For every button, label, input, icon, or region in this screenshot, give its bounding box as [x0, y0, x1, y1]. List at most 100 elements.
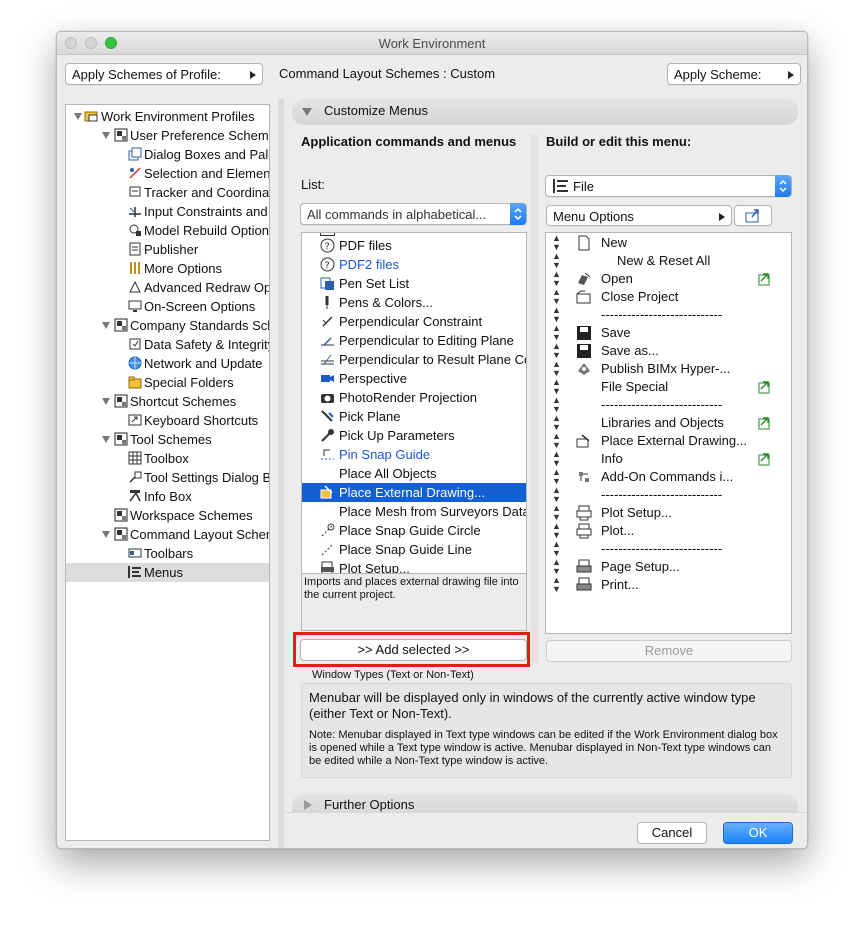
- ok-button[interactable]: OK: [723, 822, 793, 844]
- tree-item[interactable]: Company Standards Schemes: [66, 316, 269, 335]
- menu-structure-item[interactable]: ▲ ▼ Save as...: [546, 342, 791, 360]
- tree-item[interactable]: Tool Settings Dialog Boxes: [66, 468, 269, 487]
- menu-options-action-button[interactable]: [734, 205, 772, 226]
- menu-structure-item[interactable]: ▲ ▼ ----------------------------: [546, 486, 791, 504]
- reorder-handle-icon[interactable]: ▲ ▼: [552, 504, 561, 522]
- tree-item[interactable]: Shortcut Schemes: [66, 392, 269, 411]
- command-list-item[interactable]: Plot Setup...: [302, 559, 526, 573]
- reorder-handle-icon[interactable]: ▲ ▼: [552, 558, 561, 576]
- tree-item[interactable]: Menus: [66, 563, 269, 582]
- tree-item[interactable]: Selection and Element Information: [66, 164, 269, 183]
- tree-item[interactable]: More Options: [66, 259, 269, 278]
- command-list[interactable]: ? PDF files? PDF2 files Pen Set List Pens & …: [301, 232, 527, 574]
- menu-structure-item[interactable]: ▲ ▼ Info: [546, 450, 791, 468]
- menu-structure-item[interactable]: ▲ ▼ Plot...: [546, 522, 791, 540]
- menu-structure-item[interactable]: ▲ ▼ Close Project: [546, 288, 791, 306]
- reorder-handle-icon[interactable]: ▲ ▼: [552, 234, 561, 252]
- menu-structure-item[interactable]: ▲ ▼ Page Setup...: [546, 558, 791, 576]
- command-list-item[interactable]: PhotoRender Projection: [302, 388, 526, 407]
- menu-structure-item[interactable]: ▲ ▼ Add-On Commands i...: [546, 468, 791, 486]
- disclosure-down-icon[interactable]: [102, 132, 110, 139]
- tree-item[interactable]: Workspace Schemes: [66, 506, 269, 525]
- tree-item[interactable]: Keyboard Shortcuts: [66, 411, 269, 430]
- command-list-item[interactable]: Perpendicular Constraint: [302, 312, 526, 331]
- disclosure-down-icon[interactable]: [102, 531, 110, 538]
- command-list-item[interactable]: Pick Plane: [302, 407, 526, 426]
- command-list-item[interactable]: Pin Snap Guide: [302, 445, 526, 464]
- command-list-item[interactable]: Place Mesh from Surveyors Data: [302, 502, 526, 521]
- reorder-handle-icon[interactable]: ▲ ▼: [552, 324, 561, 342]
- tree-item[interactable]: Tracker and Coordinate Input: [66, 183, 269, 202]
- disclosure-down-icon[interactable]: [102, 436, 110, 443]
- remove-button[interactable]: Remove: [546, 640, 792, 662]
- tree-item[interactable]: Advanced Redraw Options: [66, 278, 269, 297]
- menu-structure-item[interactable]: ▲ ▼ Publish BIMx Hyper-...: [546, 360, 791, 378]
- tree-item[interactable]: Tool Schemes: [66, 430, 269, 449]
- tree-item[interactable]: Model Rebuild Options: [66, 221, 269, 240]
- reorder-handle-icon[interactable]: ▲ ▼: [552, 432, 561, 450]
- menu-options-popup[interactable]: Menu Options: [546, 205, 732, 226]
- tree-item[interactable]: Dialog Boxes and Palettes: [66, 145, 269, 164]
- reorder-handle-icon[interactable]: ▲ ▼: [552, 396, 561, 414]
- menu-structure-item[interactable]: ▲ ▼ Place External Drawing...: [546, 432, 791, 450]
- menu-structure-item[interactable]: ▲ ▼ ----------------------------: [546, 396, 791, 414]
- splitter[interactable]: [278, 99, 284, 848]
- command-list-item[interactable]: Perpendicular to Result Plane Constraint: [302, 350, 526, 369]
- reorder-handle-icon[interactable]: ▲ ▼: [552, 540, 561, 558]
- tree-item[interactable]: Info Box: [66, 487, 269, 506]
- tree-item[interactable]: Data Safety & Integrity: [66, 335, 269, 354]
- disclosure-down-icon[interactable]: [74, 113, 82, 120]
- submenu-import-icon[interactable]: [758, 451, 772, 466]
- menu-structure-item[interactable]: ▲ ▼ Save: [546, 324, 791, 342]
- command-list-item[interactable]: ? PDF2 files: [302, 255, 526, 274]
- tree-item[interactable]: Toolbox: [66, 449, 269, 468]
- reorder-handle-icon[interactable]: ▲ ▼: [552, 468, 561, 486]
- disclosure-down-icon[interactable]: [102, 322, 110, 329]
- command-list-item[interactable]: Perpendicular to Editing Plane: [302, 331, 526, 350]
- tree-item[interactable]: On-Screen Options: [66, 297, 269, 316]
- apply-scheme-popup[interactable]: Apply Scheme:: [667, 63, 801, 85]
- tree-item[interactable]: Publisher: [66, 240, 269, 259]
- command-list-item[interactable]: Pen Set List: [302, 274, 526, 293]
- profile-tree[interactable]: Work Environment Profiles User Preference…: [65, 104, 270, 841]
- customize-menus-header[interactable]: Customize Menus: [292, 99, 798, 125]
- command-list-item[interactable]: Place Snap Guide Line: [302, 540, 526, 559]
- reorder-handle-icon[interactable]: ▲ ▼: [552, 378, 561, 396]
- submenu-import-icon[interactable]: [758, 415, 772, 430]
- menu-structure-list[interactable]: ▲ ▼ New ▲ ▼ New & Reset All ▲ ▼ Open ▲ ▼ Close Proj…: [545, 232, 792, 634]
- command-list-item[interactable]: Place External Drawing...: [302, 483, 526, 502]
- tree-item[interactable]: User Preference Schemes: [66, 126, 269, 145]
- menu-structure-item[interactable]: ▲ ▼ Print...: [546, 576, 791, 594]
- disclosure-down-icon[interactable]: [102, 398, 110, 405]
- tree-item[interactable]: Special Folders: [66, 373, 269, 392]
- reorder-handle-icon[interactable]: ▲ ▼: [552, 522, 561, 540]
- reorder-handle-icon[interactable]: ▲ ▼: [552, 486, 561, 504]
- menu-structure-item[interactable]: ▲ ▼ New & Reset All: [546, 252, 791, 270]
- reorder-handle-icon[interactable]: ▲ ▼: [552, 576, 561, 594]
- tree-item[interactable]: Command Layout Schemes: [66, 525, 269, 544]
- menu-structure-item[interactable]: ▲ ▼ New: [546, 234, 791, 252]
- submenu-import-icon[interactable]: [758, 271, 772, 286]
- reorder-handle-icon[interactable]: ▲ ▼: [552, 360, 561, 378]
- menu-structure-item[interactable]: ▲ ▼ Libraries and Objects: [546, 414, 791, 432]
- cancel-button[interactable]: Cancel: [637, 822, 707, 844]
- tree-item[interactable]: Network and Update: [66, 354, 269, 373]
- apply-profile-popup[interactable]: Apply Schemes of Profile:: [65, 63, 263, 85]
- menu-structure-item[interactable]: ▲ ▼ Plot Setup...: [546, 504, 791, 522]
- tree-item[interactable]: Toolbars: [66, 544, 269, 563]
- menu-select[interactable]: File: [545, 175, 792, 197]
- command-list-item[interactable]: Pens & Colors...: [302, 293, 526, 312]
- reorder-handle-icon[interactable]: ▲ ▼: [552, 270, 561, 288]
- reorder-handle-icon[interactable]: ▲ ▼: [552, 288, 561, 306]
- menu-structure-item[interactable]: ▲ ▼ ----------------------------: [546, 306, 791, 324]
- reorder-handle-icon[interactable]: ▲ ▼: [552, 342, 561, 360]
- menu-structure-item[interactable]: ▲ ▼ File Special: [546, 378, 791, 396]
- reorder-handle-icon[interactable]: ▲ ▼: [552, 306, 561, 324]
- reorder-handle-icon[interactable]: ▲ ▼: [552, 252, 561, 270]
- command-list-item[interactable]: ? PDF files: [302, 236, 526, 255]
- command-list-item[interactable]: Place All Objects: [302, 464, 526, 483]
- command-list-item[interactable]: Perspective: [302, 369, 526, 388]
- menu-structure-item[interactable]: ▲ ▼ Open: [546, 270, 791, 288]
- column-splitter[interactable]: [530, 135, 538, 663]
- command-list-item[interactable]: Place Snap Guide Circle: [302, 521, 526, 540]
